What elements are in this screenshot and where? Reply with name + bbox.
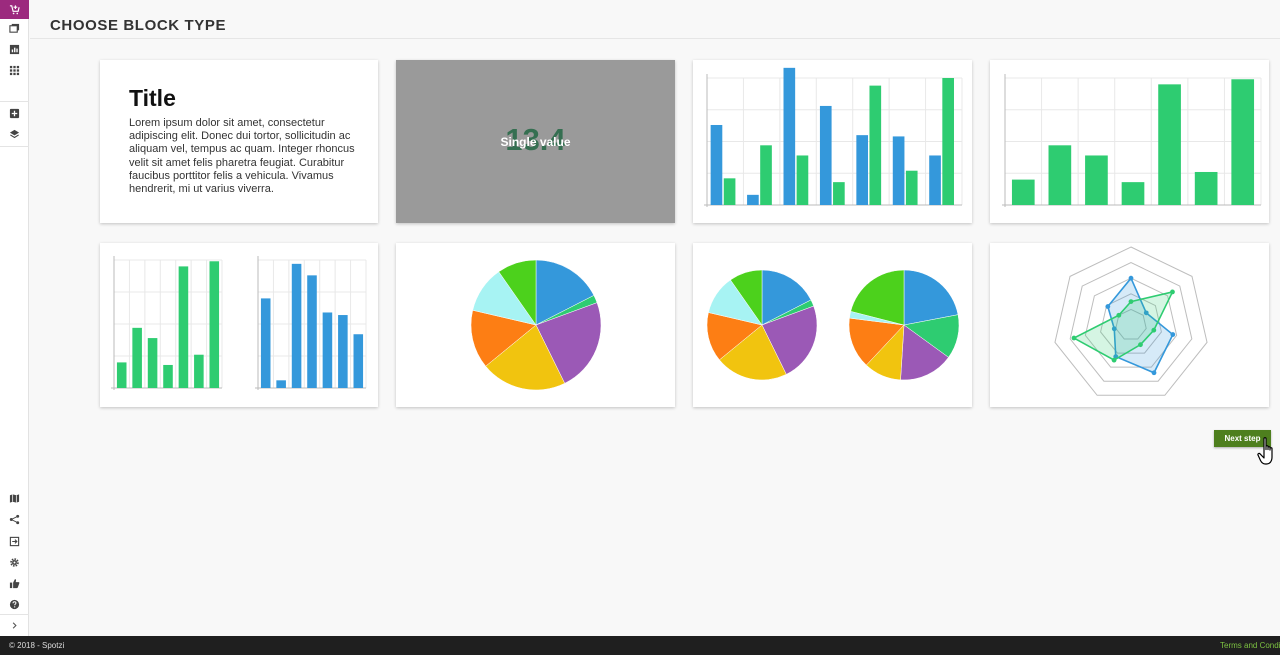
stack-icon bbox=[9, 129, 20, 139]
bar bbox=[147, 338, 158, 388]
bar bbox=[1048, 145, 1072, 205]
radar-point bbox=[1111, 357, 1117, 363]
bar bbox=[260, 298, 271, 388]
sidebar-expand-button[interactable] bbox=[0, 616, 29, 635]
bar bbox=[892, 136, 905, 205]
bar bbox=[1194, 171, 1218, 205]
bar bbox=[905, 170, 918, 205]
sidebar-item-cart-plus[interactable] bbox=[0, 0, 29, 19]
radar-point bbox=[1116, 312, 1122, 318]
radar-point bbox=[1128, 299, 1134, 304]
logout-icon bbox=[9, 536, 20, 547]
bar bbox=[869, 85, 882, 205]
thumbs-up-icon bbox=[9, 579, 20, 589]
share-icon bbox=[9, 514, 20, 525]
single-value-label: Single value bbox=[500, 135, 571, 149]
sidebar-item-stack[interactable] bbox=[0, 125, 29, 144]
page-title: CHOOSE BLOCK TYPE bbox=[50, 17, 227, 34]
sidebar-item-logout[interactable] bbox=[0, 532, 29, 551]
block-type-single-value[interactable]: 13.4 Single value bbox=[396, 60, 675, 223]
bar bbox=[710, 124, 723, 205]
footer-copyright: © 2018 - Spotzi bbox=[9, 641, 65, 650]
bar bbox=[1231, 79, 1255, 205]
help-icon bbox=[9, 599, 20, 610]
sidebar-item-help[interactable] bbox=[0, 595, 29, 614]
bar bbox=[338, 315, 348, 388]
sidebar-divider bbox=[0, 101, 29, 102]
block-type-grouped-bar-chart[interactable] bbox=[693, 60, 972, 223]
sidebar-item-thumbs-up[interactable] bbox=[0, 574, 29, 593]
bar bbox=[178, 266, 189, 388]
bar bbox=[723, 178, 736, 205]
block-type-bar-chart[interactable] bbox=[990, 60, 1269, 223]
bar bbox=[194, 354, 204, 388]
radar-point bbox=[1138, 342, 1143, 348]
grid-icon bbox=[9, 65, 20, 76]
radar-point bbox=[1170, 289, 1175, 295]
bar bbox=[760, 145, 772, 205]
sidebar-item-share[interactable] bbox=[0, 510, 29, 529]
bar bbox=[796, 155, 809, 205]
sidebar-item-add-box[interactable] bbox=[0, 104, 29, 123]
sidebar bbox=[0, 0, 29, 636]
bar-chart bbox=[1002, 74, 1262, 207]
bar bbox=[942, 78, 954, 205]
radar-point bbox=[1105, 304, 1111, 309]
bar bbox=[291, 263, 302, 388]
block-type-radar-chart[interactable] bbox=[990, 243, 1269, 407]
bar bbox=[929, 155, 941, 205]
radar-point bbox=[1151, 370, 1157, 376]
sidebar-item-settings[interactable] bbox=[0, 553, 29, 572]
sidebar-item-bar-chart[interactable] bbox=[0, 40, 29, 59]
block-type-title[interactable]: Title Lorem ipsum dolor sit amet, consec… bbox=[100, 60, 378, 223]
sidebar-item-layers-image[interactable] bbox=[0, 19, 29, 38]
bar bbox=[132, 327, 142, 388]
sidebar-item-grid[interactable] bbox=[0, 61, 29, 80]
hand-cursor-icon bbox=[1257, 437, 1273, 465]
bar bbox=[116, 362, 127, 388]
bar bbox=[307, 275, 317, 388]
multi-pie-chart bbox=[706, 269, 960, 381]
block-type-multi-bar-chart[interactable] bbox=[100, 243, 378, 407]
bar bbox=[856, 135, 869, 205]
radar-point bbox=[1151, 327, 1157, 333]
radar-chart bbox=[1054, 246, 1208, 396]
bar bbox=[1158, 84, 1181, 205]
bar bbox=[322, 312, 333, 388]
bar bbox=[353, 334, 364, 388]
grouped-bar-chart bbox=[704, 67, 963, 207]
block-type-multi-pie-chart[interactable] bbox=[693, 243, 972, 407]
radar-point bbox=[1170, 332, 1176, 337]
radar-point bbox=[1128, 275, 1134, 281]
bar bbox=[783, 67, 796, 205]
expand-icon bbox=[12, 622, 17, 629]
terms-link[interactable]: Terms and Conditions bbox=[1220, 641, 1280, 650]
pie-chart bbox=[470, 259, 602, 391]
bar bbox=[276, 380, 286, 388]
bar bbox=[833, 182, 845, 205]
sidebar-item-map[interactable] bbox=[0, 489, 29, 508]
bar bbox=[747, 194, 759, 205]
map-icon bbox=[9, 494, 20, 503]
header-divider bbox=[30, 38, 1280, 39]
bar bbox=[209, 261, 220, 388]
bar bbox=[1011, 179, 1035, 205]
footer: © 2018 - Spotzi Terms and Conditions bbox=[0, 636, 1280, 655]
layers-image-icon bbox=[9, 23, 20, 33]
title-block-heading: Title bbox=[129, 85, 176, 111]
bar bbox=[1085, 155, 1108, 205]
block-type-pie-chart[interactable] bbox=[396, 243, 675, 407]
cart-plus-icon bbox=[9, 5, 20, 15]
sidebar-divider bbox=[0, 614, 29, 615]
radar-point bbox=[1071, 335, 1077, 341]
settings-icon bbox=[10, 558, 19, 567]
title-block-text: Lorem ipsum dolor sit amet, consectetur … bbox=[129, 117, 355, 196]
bar-chart-icon bbox=[9, 44, 20, 55]
bar bbox=[163, 364, 173, 388]
bar bbox=[1121, 182, 1145, 205]
bar bbox=[819, 105, 832, 205]
sidebar-divider bbox=[0, 146, 29, 147]
add-box-icon bbox=[9, 108, 20, 119]
multi-bar-chart bbox=[111, 256, 367, 390]
